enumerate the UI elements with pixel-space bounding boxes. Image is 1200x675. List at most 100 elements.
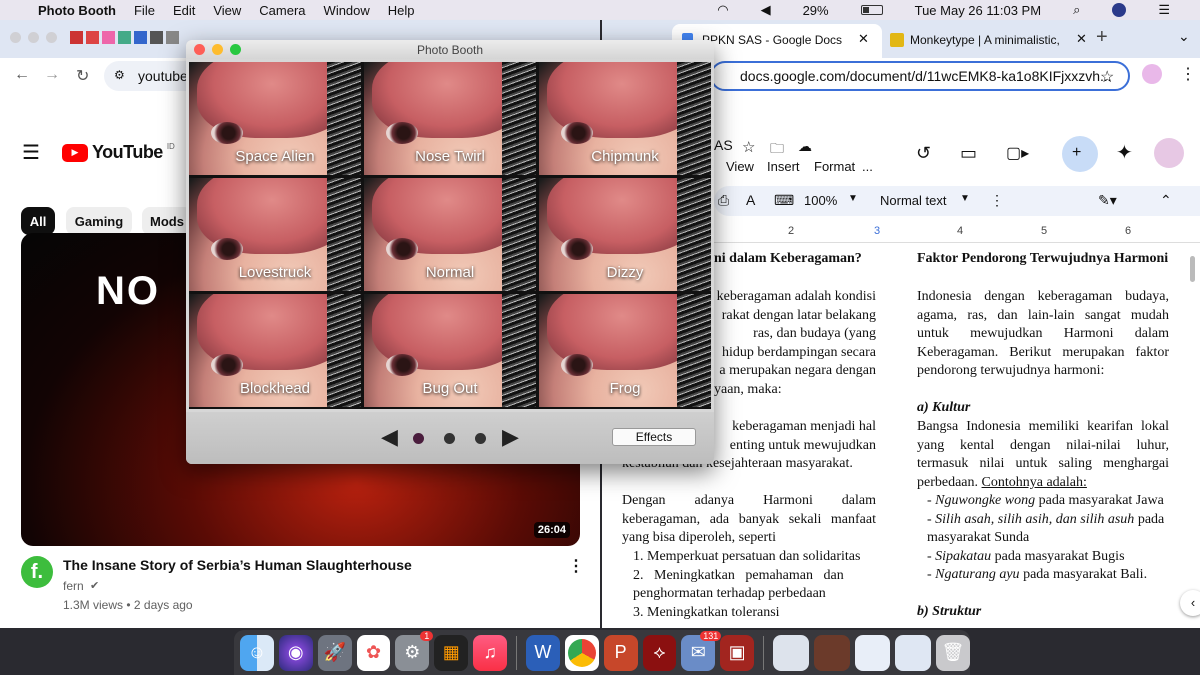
account-avatar[interactable] <box>1154 138 1184 168</box>
minimized-window-4[interactable] <box>895 634 932 671</box>
battery-percent[interactable]: 29% <box>803 3 829 18</box>
new-tab-icon[interactable]: + <box>1096 26 1108 49</box>
address-bar[interactable]: docs.google.com/document/d/11wcEMK8-ka1o… <box>710 61 1130 91</box>
tab-close-icon[interactable]: ✕ <box>858 31 869 47</box>
site-settings-icon[interactable]: ⚙ <box>114 68 125 82</box>
effect-tile-blockhead[interactable]: Blockhead <box>189 294 361 407</box>
hamburger-menu-icon[interactable]: ☰ <box>22 140 40 165</box>
app-menu[interactable]: Photo Booth <box>38 3 116 18</box>
channel-avatar[interactable]: f. <box>21 556 53 588</box>
tab-list-chevron-icon[interactable]: ⌄ <box>1178 28 1190 45</box>
minimized-window-1[interactable] <box>773 634 809 671</box>
effect-tile-nose-twirl[interactable]: Nose Twirl <box>364 62 536 175</box>
more-tools-icon[interactable]: ⋮ <box>990 192 1004 209</box>
menu-format[interactable]: Format <box>814 159 855 174</box>
close-button[interactable] <box>194 44 205 55</box>
word-icon[interactable]: W <box>525 634 560 671</box>
spotlight-icon[interactable]: ⌕ <box>1073 2 1080 18</box>
style-select[interactable]: Normal text <box>880 193 946 208</box>
comments-icon[interactable]: ▭ <box>960 143 977 164</box>
scrollbar-thumb[interactable] <box>1190 256 1195 282</box>
mail-icon[interactable]: ✉ 131 <box>681 630 722 671</box>
gemini-icon[interactable]: ✦ <box>1116 140 1133 165</box>
chevron-down-icon[interactable]: ▼ <box>960 193 970 204</box>
menu-window[interactable]: Window <box>324 3 370 18</box>
page-dot-2[interactable] <box>444 433 455 444</box>
minimize-button[interactable] <box>212 44 223 55</box>
effects-button[interactable]: Effects <box>612 428 696 446</box>
chip-all[interactable]: All <box>21 207 55 235</box>
edit-mode-icon[interactable]: ✎▾ <box>1098 192 1117 209</box>
menu-insert[interactable]: Insert <box>767 159 800 174</box>
effect-tile-chipmunk[interactable]: Chipmunk <box>539 62 711 175</box>
menu-view[interactable]: View <box>726 159 754 174</box>
side-panel-chevron-icon[interactable]: ‹ <box>1180 590 1200 616</box>
pinned-tabs[interactable] <box>70 31 190 47</box>
ruler[interactable]: 2 3 4 5 6 <box>714 223 1200 243</box>
menu-edit[interactable]: Edit <box>173 3 195 18</box>
activity-monitor-icon[interactable]: ▦ <box>434 634 469 671</box>
history-icon[interactable]: ↺ <box>916 143 931 164</box>
chrome-icon[interactable] <box>564 634 599 671</box>
reload-icon[interactable]: ↻ <box>76 66 89 86</box>
siri-icon[interactable]: ◉ <box>278 634 313 671</box>
effect-tile-normal[interactable]: Normal <box>364 178 536 291</box>
zoom-window-button[interactable] <box>46 32 57 43</box>
youtube-logo[interactable]: ▶ YouTube ID <box>62 142 175 163</box>
page-dot-1[interactable] <box>413 433 424 444</box>
meet-icon[interactable]: ▢▸ <box>1006 143 1029 163</box>
effect-tile-dizzy[interactable]: Dizzy <box>539 178 711 291</box>
user-icon[interactable] <box>1112 3 1127 17</box>
tab-close-icon[interactable]: ✕ <box>1076 31 1087 47</box>
chevron-down-icon[interactable]: ▼ <box>848 193 858 204</box>
photos-icon[interactable]: ✿ <box>356 634 391 671</box>
bookmark-star-icon[interactable]: ☆ <box>1100 67 1114 87</box>
zoom-button[interactable] <box>230 44 241 55</box>
menu-help[interactable]: Help <box>388 3 415 18</box>
browser-menu-icon[interactable]: ⋮ <box>1180 64 1196 84</box>
clock[interactable]: Tue May 26 11:03 PM <box>915 3 1041 18</box>
wifi-icon[interactable]: ◠ <box>717 2 728 18</box>
star-icon[interactable]: ☆ <box>742 138 755 156</box>
page-dot-3[interactable] <box>475 433 486 444</box>
launchpad-icon[interactable]: 🚀 <box>317 634 352 671</box>
music-icon[interactable]: ♫ <box>473 634 508 671</box>
effect-tile-lovestruck[interactable]: Lovestruck <box>189 178 361 291</box>
spellcheck-icon[interactable]: A <box>746 192 755 208</box>
photo-booth-icon[interactable]: ▣ <box>720 634 755 671</box>
tab-monkeytype[interactable]: Monkeytype | A minimalistic, ✕ <box>886 24 1096 58</box>
menu-view[interactable]: View <box>213 3 241 18</box>
back-icon[interactable]: ← <box>14 66 30 84</box>
previous-page-icon[interactable]: ◀ <box>381 424 398 450</box>
paint-format-icon[interactable]: ⌨ <box>774 192 794 209</box>
more-options-icon[interactable]: ⋮ <box>568 556 584 576</box>
collapse-chevron-icon[interactable]: ⌃ <box>1160 192 1172 209</box>
trash-icon[interactable]: 🗑 <box>936 634 970 671</box>
effect-tile-frog[interactable]: Frog <box>539 294 711 407</box>
profile-avatar[interactable] <box>1142 64 1162 84</box>
close-window-button[interactable] <box>10 32 21 43</box>
finder-icon[interactable]: ☺ <box>240 634 274 671</box>
chip-gaming[interactable]: Gaming <box>66 207 132 235</box>
next-page-icon[interactable]: ▶ <box>502 424 519 450</box>
minimize-window-button[interactable] <box>28 32 39 43</box>
effect-tile-bug-out[interactable]: Bug Out <box>364 294 536 407</box>
channel-name[interactable]: fern <box>63 579 84 593</box>
share-button[interactable]: + <box>1062 136 1098 172</box>
video-title[interactable]: The Insane Story of Serbia’s Human Slaug… <box>63 557 412 573</box>
menu-camera[interactable]: Camera <box>259 3 305 18</box>
powerpoint-icon[interactable]: P <box>603 634 638 671</box>
chip-mods[interactable]: Mods <box>142 207 192 235</box>
menu-file[interactable]: File <box>134 3 155 18</box>
menu-more[interactable]: ... <box>862 159 873 174</box>
effect-tile-space-alien[interactable]: Space Alien <box>189 62 361 175</box>
print-icon[interactable]: ⎙ <box>718 192 729 209</box>
zoom-select[interactable]: 100% <box>804 193 837 208</box>
battery-icon[interactable] <box>860 5 883 15</box>
minimized-window-3[interactable] <box>854 634 891 671</box>
volume-icon[interactable]: ◀ <box>761 2 771 18</box>
doc-title-partial[interactable]: AS <box>714 137 733 153</box>
acrobat-icon[interactable]: ⟡ <box>642 634 677 671</box>
control-center-icon[interactable]: ☰ <box>1158 2 1170 18</box>
system-settings-icon[interactable]: ⚙ 1 <box>395 630 434 671</box>
